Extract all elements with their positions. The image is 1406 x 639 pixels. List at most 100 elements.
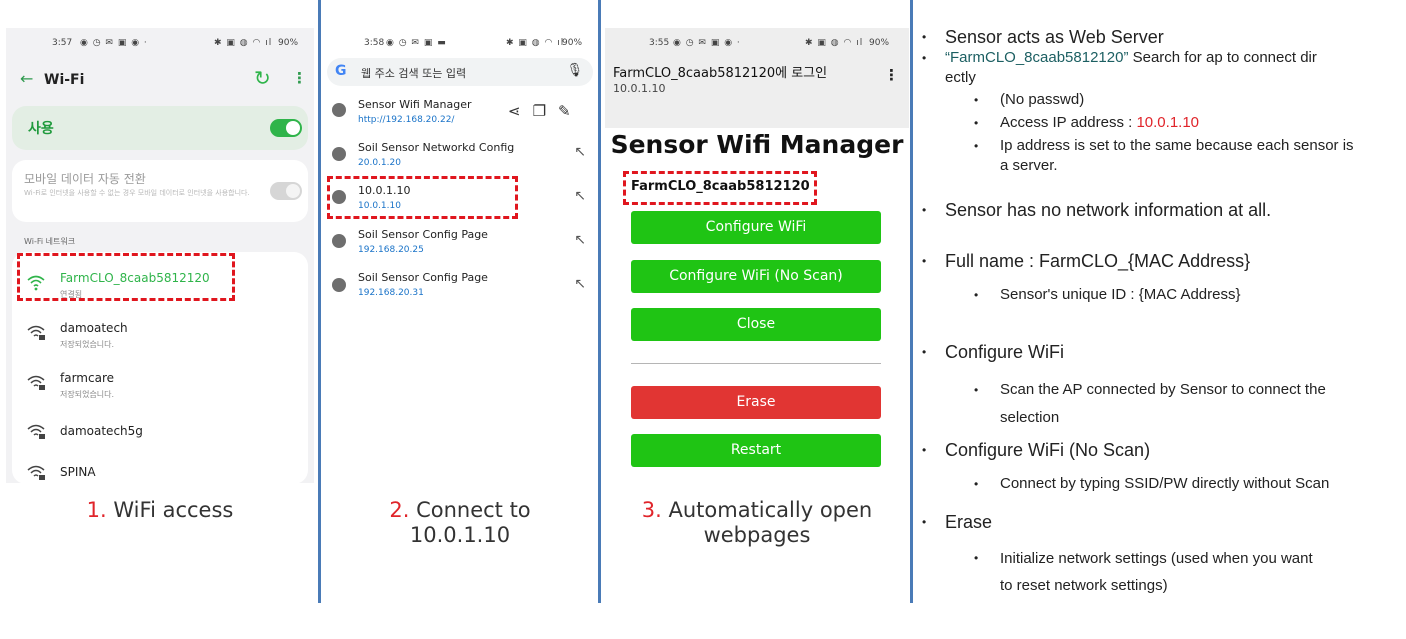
note-erase: • Erase (922, 512, 993, 533)
network-status: 저장되었습니다. (60, 390, 115, 399)
signal-icons: ✱ ▣ ◍ ◠ ıl (214, 38, 273, 48)
edit-icon[interactable]: ✎ (558, 102, 583, 120)
status-time: 3:55 (649, 38, 670, 48)
address-bar[interactable]: G 웹 주소 검색 또는 입력 🎙 (327, 58, 593, 86)
note-no-network-info: • Sensor has no network information at a… (922, 200, 1272, 221)
note-text: Configure WiFi (945, 342, 1065, 362)
fill-arrow-icon[interactable]: ↖ (574, 276, 586, 292)
share-icon[interactable]: ⋖ (508, 102, 533, 120)
page-title: Wi-Fi (44, 72, 85, 88)
mobile-switch-title: 모바일 데이터 자동 전환 (24, 172, 146, 186)
note-search-ap: • “FarmCLO_8caab5812120” Search for ap t… (922, 48, 1401, 88)
configure-wifi-noscan-button[interactable]: Configure WiFi (No Scan) (631, 260, 881, 293)
caption-text: Connect to (416, 498, 531, 522)
bullet: • (974, 551, 979, 565)
wifi-toggle-row[interactable]: 사용 (12, 106, 308, 150)
status-icons: ◉ ◷ ✉ ▣ ◉ · (673, 38, 741, 48)
wifi-networks-label: Wi-Fi 네트워크 (24, 237, 76, 246)
suggestion-url: http://192.168.20.22/ (358, 115, 455, 125)
note-ip-value: 10.0.1.10 (1136, 114, 1200, 131)
more-options-icon[interactable]: ⋮ (884, 66, 899, 84)
restart-button[interactable]: Restart (631, 434, 881, 467)
status-battery: 90% (562, 38, 583, 48)
wifi-locked-icon (27, 325, 45, 340)
wifi-manager-heading: Sensor Wifi Manager (610, 130, 904, 159)
google-logo-icon: G (335, 63, 347, 79)
globe-icon (332, 147, 346, 161)
note-full-name: • Full name : FarmCLO_{MAC Address} (922, 251, 1250, 272)
wifi-locked-icon (27, 465, 45, 480)
separator-2 (598, 0, 601, 603)
caption-line-1: 2. Connect to (322, 498, 598, 523)
suggestion-url: 20.0.1.20 (358, 158, 401, 168)
fill-arrow-icon[interactable]: ↖ (574, 232, 586, 248)
status-bar: 3:57 ◉ ◷ ✉ ▣ ◉ · ✱ ▣ ◍ ◠ ıl 90% (6, 28, 314, 58)
status-bar: 3:58 ◉ ◷ ✉ ▣ ▬ ✱ ▣ ◍ ◠ ıl 90% (324, 28, 596, 58)
copy-icon[interactable]: ❐ (533, 102, 558, 120)
note-text-cont: a server. (1000, 157, 1058, 174)
bullet: • (974, 288, 979, 302)
portal-ip: 10.0.1.10 (613, 82, 666, 95)
caption-3: 3. Automatically open webpages (605, 498, 909, 548)
suggestion-title: Soil Sensor Networkd Config (358, 141, 515, 154)
bullet: • (974, 93, 979, 107)
signal-icons: ✱ ▣ ◍ ◠ ıl (506, 38, 565, 48)
configure-wifi-button[interactable]: Configure WiFi (631, 211, 881, 244)
note-text-cont: ectly (945, 69, 976, 86)
suggestion-url: 192.168.20.25 (358, 245, 424, 255)
note-text: Initialize network settings (used when y… (1000, 550, 1313, 567)
more-options-icon[interactable]: ⋮ (292, 69, 307, 87)
caption-line-1: 3. Automatically open (605, 498, 909, 523)
wifi-toggle[interactable] (270, 119, 302, 137)
bullet: • (922, 51, 927, 65)
signal-icons: ✱ ▣ ◍ ◠ ıl (805, 38, 864, 48)
bullet: • (974, 139, 979, 153)
globe-icon (332, 278, 346, 292)
network-name: SPINA (60, 465, 96, 479)
bullet: • (922, 345, 927, 359)
caption-line-2: webpages (703, 523, 811, 547)
portal-title: FarmCLO_8caab5812120에 로그인 (613, 66, 828, 81)
network-name: farmcare (60, 371, 114, 385)
caption-2: 2. Connect to 10.0.1.10 (322, 498, 598, 548)
note-text: Erase (945, 512, 993, 532)
note-text: Sensor has no network information at all… (945, 200, 1272, 220)
status-icons: ◉ ◷ ✉ ▣ ◉ · (80, 38, 148, 48)
note-text: Ip address is set to the same because ea… (1000, 137, 1354, 154)
network-row-farmcare[interactable]: farmcare 저장되었습니다. (12, 360, 308, 410)
bullet: • (974, 116, 979, 130)
caption-text: Automatically open (668, 498, 873, 522)
note-text: Sensor acts as Web Server (945, 27, 1164, 47)
network-row-spina[interactable]: SPINA (12, 450, 308, 483)
suggestion-item[interactable]: Soil Sensor Config Page 192.168.20.31 ↖ (324, 269, 596, 308)
bullet: • (922, 203, 927, 217)
bullet: • (974, 383, 979, 397)
close-button[interactable]: Close (631, 308, 881, 341)
suggestion-item[interactable]: Soil Sensor Config Page 192.168.20.25 ↖ (324, 225, 596, 269)
fill-arrow-icon[interactable]: ↖ (574, 144, 586, 160)
explanation-notes: • Sensor acts as Web Server • “FarmCLO_8… (915, 0, 1406, 603)
highlight-ap-name (623, 171, 817, 205)
microphone-icon[interactable]: 🎙 (566, 63, 583, 78)
suggestion-url: 192.168.20.31 (358, 288, 424, 298)
caption-text: WiFi access (113, 498, 234, 522)
bullet: • (922, 254, 927, 268)
erase-button[interactable]: Erase (631, 386, 881, 419)
status-icons: ◉ ◷ ✉ ▣ ▬ (386, 38, 447, 48)
portal-header: FarmCLO_8caab5812120에 로그인 10.0.1.10 ⋮ (605, 58, 909, 128)
note-text: Connect by typing SSID/PW directly witho… (1000, 475, 1330, 492)
note-configure-noscan: • Configure WiFi (No Scan) (922, 440, 1150, 461)
suggestion-title: Soil Sensor Config Page (358, 271, 488, 284)
network-row-damoatech[interactable]: damoatech 저장되었습니다. (12, 310, 308, 360)
back-arrow-icon[interactable]: ← (20, 69, 33, 88)
highlight-ip-suggestion (327, 176, 518, 219)
caption-number: 1. (86, 498, 107, 522)
mobile-switch-desc: Wi-Fi로 인터넷을 사용할 수 없는 경우 모바일 데이터로 인터넷을 사용… (24, 189, 250, 197)
fill-arrow-icon[interactable]: ↖ (574, 188, 586, 204)
network-name: damoatech (60, 321, 128, 335)
browser-suggestions-screen: 3:58 ◉ ◷ ✉ ▣ ▬ ✱ ▣ ◍ ◠ ıl 90% G 웹 주소 검색 … (324, 28, 596, 308)
note-text: (No passwd) (1000, 91, 1085, 108)
refresh-icon[interactable]: ↻ (254, 66, 271, 90)
status-bar: 3:55 ◉ ◷ ✉ ▣ ◉ · ✱ ▣ ◍ ◠ ıl 90% (605, 28, 909, 58)
network-name: damoatech5g (60, 424, 143, 438)
